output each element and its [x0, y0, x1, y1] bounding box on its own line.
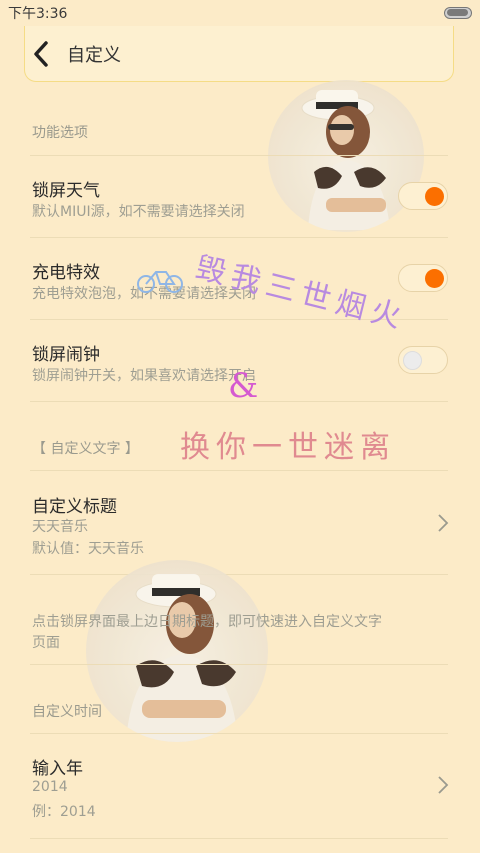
- section-header-custom-text: 【 自定义文字 】: [32, 441, 139, 457]
- divider: [30, 237, 448, 238]
- toggle-knob: [425, 269, 444, 288]
- section-header-custom-time: 自定义时间: [32, 704, 102, 720]
- toggle-knob: [425, 187, 444, 206]
- input-year-example: 例：2014: [32, 804, 96, 820]
- chevron-right-icon[interactable]: [436, 774, 450, 796]
- lock-alarm-toggle[interactable]: [398, 346, 448, 374]
- custom-title-value: 天天音乐: [32, 519, 88, 535]
- decorative-photo-top: [268, 80, 424, 232]
- decorative-text-line2: 换你一世迷离: [180, 430, 396, 465]
- input-year-value: 2014: [32, 779, 68, 795]
- lock-alarm-title: 锁屏闹钟: [32, 345, 100, 365]
- lock-weather-title: 锁屏天气: [32, 181, 100, 201]
- back-button[interactable]: [21, 26, 61, 82]
- title-bar: 自定义: [24, 26, 454, 82]
- section-header-features: 功能选项: [32, 125, 88, 141]
- custom-title-title: 自定义标题: [32, 497, 117, 517]
- status-time: 下午3:36: [8, 6, 68, 22]
- decorative-ampersand: &: [228, 366, 265, 406]
- bicycle-icon: [137, 271, 183, 293]
- decorative-text-line1: 毁我三世烟火: [192, 250, 411, 337]
- divider: [30, 155, 448, 156]
- status-bar: 下午3:36: [0, 0, 480, 26]
- divider: [30, 664, 448, 665]
- battery-icon: [444, 7, 472, 19]
- divider: [30, 574, 448, 575]
- divider: [30, 733, 448, 734]
- toggle-knob: [403, 351, 422, 370]
- lock-weather-toggle[interactable]: [398, 182, 448, 210]
- hint-text-line2: 页面: [32, 635, 60, 651]
- input-year-title: 输入年: [32, 759, 83, 779]
- divider: [30, 470, 448, 471]
- lock-alarm-subtitle: 锁屏闹钟开关，如果喜欢请选择开启: [32, 368, 256, 384]
- decorative-photo-bottom: [86, 560, 268, 742]
- hint-text-line1: 点击锁屏界面最上边日期标题，即可快速进入自定义文字: [32, 614, 382, 630]
- charging-effect-toggle[interactable]: [398, 264, 448, 292]
- back-arrow-icon: [34, 40, 48, 67]
- lock-weather-subtitle: 默认MIUI源，如不需要请选择关闭: [32, 204, 245, 220]
- charging-effect-title: 充电特效: [32, 263, 100, 283]
- page-title: 自定义: [67, 44, 121, 66]
- chevron-right-icon[interactable]: [436, 512, 450, 534]
- divider: [30, 838, 448, 839]
- custom-title-default: 默认值：天天音乐: [32, 541, 144, 557]
